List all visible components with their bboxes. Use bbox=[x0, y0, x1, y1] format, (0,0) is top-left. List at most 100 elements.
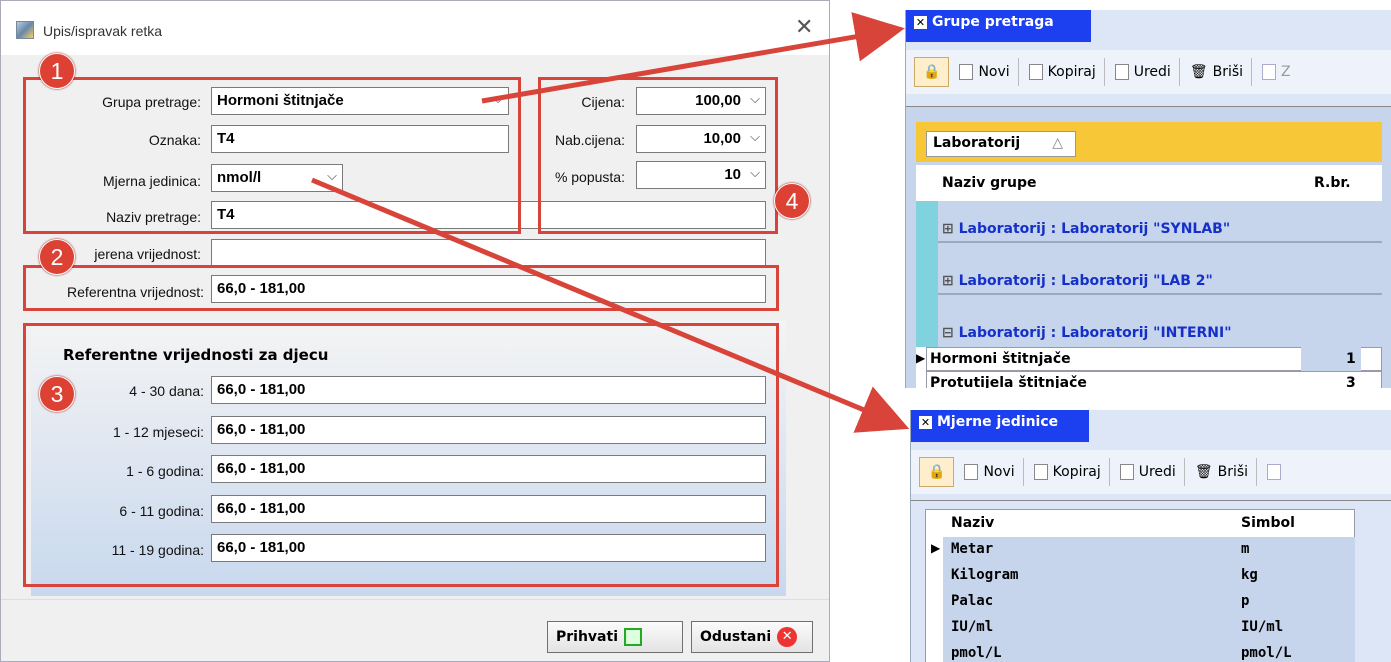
row-simbol: m bbox=[1241, 541, 1250, 557]
new-icon bbox=[964, 464, 979, 480]
row-simbol: IU/ml bbox=[1241, 619, 1284, 635]
edit-button[interactable]: Uredi bbox=[1107, 58, 1180, 86]
edit-row-dialog: Upis/ispravak retka ✕ Grupa pretrage: Ho… bbox=[0, 0, 830, 662]
delete-label: Briši bbox=[1217, 464, 1249, 480]
cancel-label: Odustani bbox=[700, 629, 772, 645]
annotation-box-2 bbox=[23, 265, 779, 311]
app-icon bbox=[16, 21, 34, 39]
save-button[interactable] bbox=[1259, 458, 1289, 486]
trash-icon: 🗑 bbox=[1194, 464, 1213, 480]
tab-underline bbox=[911, 436, 1089, 442]
col-naziv-grupe[interactable]: Naziv grupe bbox=[942, 175, 1037, 191]
new-icon bbox=[959, 64, 974, 80]
col-naziv[interactable]: Naziv bbox=[951, 515, 994, 531]
annotation-badge: 2 bbox=[39, 239, 75, 275]
annotation-badge: 4 bbox=[774, 183, 810, 219]
units-grid: Naziv Simbol ▶ Metar m Kilogram kg Palac… bbox=[911, 500, 1391, 662]
close-icon[interactable]: ✕ bbox=[795, 15, 813, 40]
close-icon[interactable]: ✕ bbox=[919, 415, 932, 429]
row-simbol: kg bbox=[1241, 567, 1258, 583]
lock-button[interactable]: 🔒 bbox=[919, 457, 955, 487]
col-rbr[interactable]: R.br. bbox=[1314, 175, 1351, 191]
col-simbol[interactable]: Simbol bbox=[1241, 515, 1295, 531]
row-rbr: 1 bbox=[1346, 351, 1356, 367]
group-label: Laboratorij : Laboratorij "SYNLAB" bbox=[958, 221, 1231, 237]
lock-icon: 🔒 bbox=[928, 464, 946, 480]
dialog-title: Upis/ispravak retka bbox=[43, 23, 163, 39]
save-label: Z bbox=[1281, 64, 1291, 80]
expand-icon[interactable]: ⊞ bbox=[942, 221, 959, 237]
new-label: Novi bbox=[978, 64, 1010, 80]
annotation-box-3 bbox=[23, 323, 779, 587]
dialog-titlebar: Upis/ispravak retka ✕ bbox=[1, 1, 829, 55]
row-naziv: pmol/L bbox=[951, 645, 1002, 661]
trash-icon: 🗑 bbox=[1189, 64, 1208, 80]
edit-button[interactable]: Uredi bbox=[1112, 458, 1185, 486]
grupe-pretraga-panel: ✕ Grupe pretraga 🔒 Novi Kopiraj Uredi 🗑 Br… bbox=[905, 10, 1391, 388]
group-label: Laboratorij : Laboratorij "INTERNI" bbox=[958, 325, 1232, 341]
row-rbr: 3 bbox=[1346, 375, 1356, 388]
copy-icon bbox=[1033, 464, 1048, 480]
save-icon bbox=[1267, 464, 1282, 480]
edit-icon bbox=[1119, 464, 1134, 480]
lock-button[interactable]: 🔒 bbox=[914, 57, 950, 87]
annotation-badge: 3 bbox=[39, 376, 75, 412]
delete-button[interactable]: 🗑 Briši bbox=[1187, 458, 1258, 486]
divider bbox=[938, 241, 1382, 243]
row-naziv: Palac bbox=[951, 593, 994, 609]
accept-label: Prihvati bbox=[556, 629, 618, 645]
tab-label: Grupe pretraga bbox=[932, 14, 1054, 30]
collapse-icon[interactable]: ⊟ bbox=[942, 325, 959, 341]
new-label: Novi bbox=[983, 464, 1015, 480]
copy-label: Kopiraj bbox=[1047, 64, 1096, 80]
row-naziv: Kilogram bbox=[951, 567, 1019, 583]
toolbar: 🔒 Novi Kopiraj Uredi 🗑 Briši Z bbox=[906, 50, 1391, 94]
copy-label: Kopiraj bbox=[1052, 464, 1101, 480]
annotation-box-4 bbox=[538, 77, 778, 234]
lock-icon: 🔒 bbox=[923, 64, 941, 80]
expand-icon[interactable]: ⊞ bbox=[942, 273, 959, 289]
group-by-label: Laboratorij bbox=[933, 135, 1021, 151]
group-by-chip[interactable]: Laboratorij △ bbox=[926, 131, 1076, 157]
row-simbol: p bbox=[1241, 593, 1250, 609]
current-row-icon: ▶ bbox=[931, 541, 941, 555]
divider bbox=[1, 599, 829, 600]
annotation-badge: 1 bbox=[39, 53, 75, 89]
save-icon bbox=[1262, 64, 1277, 80]
izmjerena-vrijednost-field[interactable] bbox=[211, 239, 766, 267]
delete-label: Briši bbox=[1212, 64, 1244, 80]
row-naziv: Metar bbox=[951, 541, 994, 557]
cancel-button[interactable]: Odustani ✕ bbox=[691, 621, 813, 653]
save-button[interactable]: Z bbox=[1254, 58, 1299, 86]
group-row[interactable]: ⊞ Laboratorij : Laboratorij "LAB 2" bbox=[942, 273, 1213, 289]
copy-button[interactable]: Kopiraj bbox=[1021, 58, 1105, 86]
current-row-icon: ▶ bbox=[916, 351, 926, 365]
new-button[interactable]: Novi bbox=[956, 458, 1024, 486]
group-label: Laboratorij : Laboratorij "LAB 2" bbox=[958, 273, 1213, 289]
sort-asc-icon: △ bbox=[1052, 135, 1063, 151]
row-simbol: pmol/L bbox=[1241, 645, 1292, 661]
cancel-icon: ✕ bbox=[777, 627, 798, 647]
row-indicator-col bbox=[929, 537, 939, 662]
toolbar: 🔒 Novi Kopiraj Uredi 🗑 Briši bbox=[911, 450, 1391, 494]
tab-mjerne-jedinice[interactable]: ✕ Mjerne jedinice bbox=[911, 410, 1089, 436]
edit-label: Uredi bbox=[1138, 464, 1176, 480]
tab-grupe-pretraga[interactable]: ✕ Grupe pretraga bbox=[906, 10, 1091, 36]
edit-label: Uredi bbox=[1133, 64, 1171, 80]
accept-button[interactable]: Prihvati bbox=[547, 621, 683, 653]
tab-underline bbox=[906, 36, 1091, 42]
row-naziv: Protutijela štitnjače bbox=[930, 375, 1087, 388]
edit-icon bbox=[1114, 64, 1129, 80]
copy-button[interactable]: Kopiraj bbox=[1026, 458, 1110, 486]
annotation-box-1 bbox=[23, 77, 521, 234]
divider bbox=[938, 293, 1382, 295]
mjerne-jedinice-panel: ✕ Mjerne jedinice 🔒 Novi Kopiraj Uredi 🗑 B… bbox=[910, 410, 1391, 662]
delete-button[interactable]: 🗑 Briši bbox=[1182, 58, 1253, 86]
group-row[interactable]: ⊟ Laboratorij : Laboratorij "INTERNI" bbox=[942, 325, 1232, 341]
copy-icon bbox=[1028, 64, 1043, 80]
new-button[interactable]: Novi bbox=[951, 58, 1019, 86]
tab-label: Mjerne jedinice bbox=[937, 414, 1059, 430]
row-naziv: Hormoni štitnjače bbox=[930, 351, 1071, 367]
group-row[interactable]: ⊞ Laboratorij : Laboratorij "SYNLAB" bbox=[942, 221, 1230, 237]
close-icon[interactable]: ✕ bbox=[914, 15, 927, 29]
